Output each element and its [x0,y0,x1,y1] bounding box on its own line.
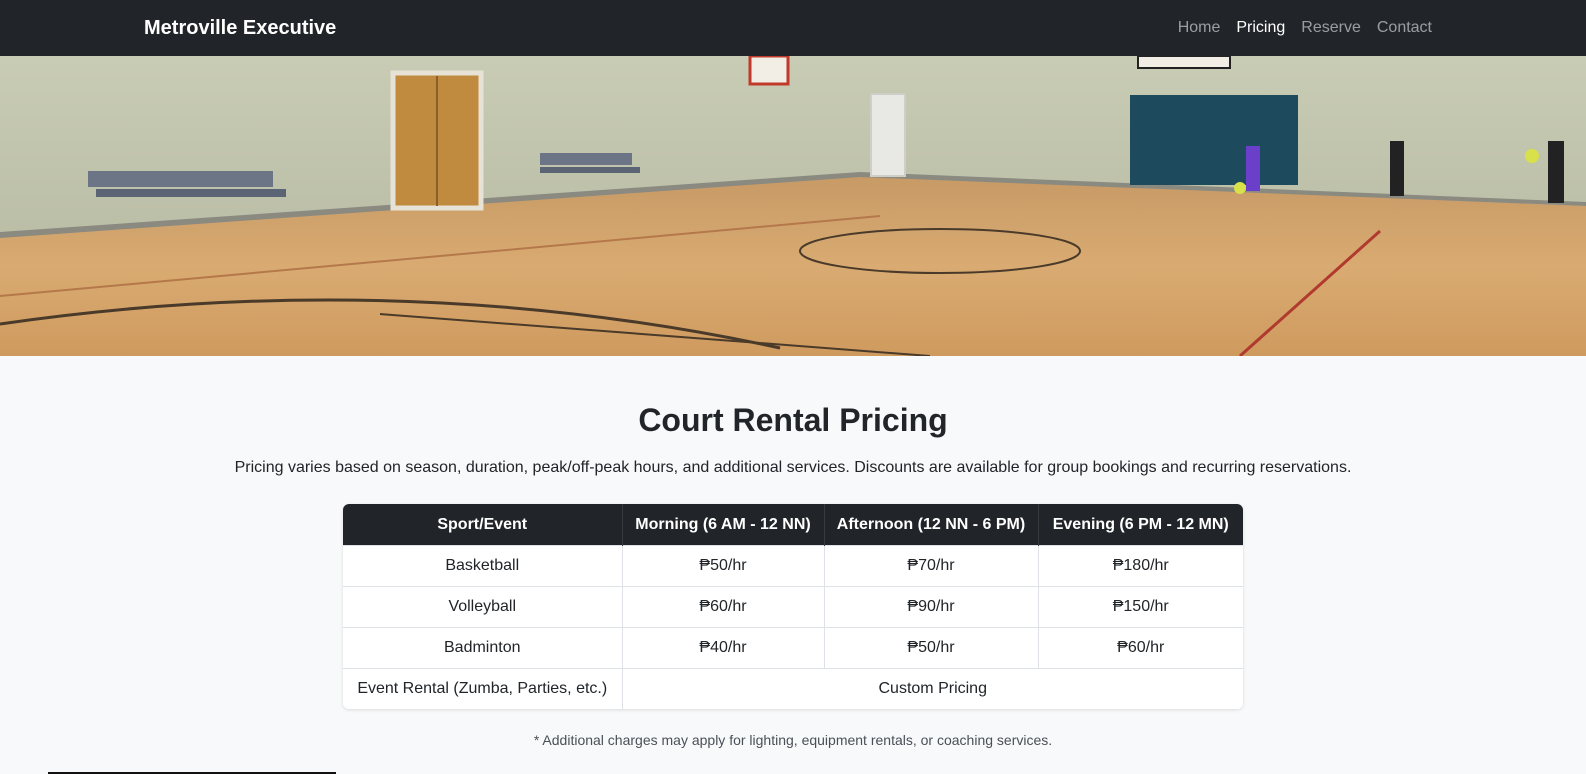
table-cell: ₱150/hr [1038,586,1243,628]
table-cell: ₱90/hr [824,586,1039,628]
table-cell: ₱60/hr [622,586,825,628]
table-cell: Basketball [343,545,623,587]
table-header: Evening (6 PM - 12 MN) [1038,504,1243,546]
table-cell: ₱50/hr [824,627,1039,669]
navbar: Metroville Executive Home Pricing Reserv… [0,0,1586,56]
brand-logo[interactable]: Metroville Executive [144,0,336,56]
table-cell: ₱60/hr [1038,627,1243,669]
table-header-row: Sport/Event Morning (6 AM - 12 NN) After… [343,504,1243,546]
table-row: Badminton ₱40/hr ₱50/hr ₱60/hr [343,627,1243,669]
table-cell: Badminton [343,627,623,669]
table-cell: ₱40/hr [622,627,825,669]
pricing-section: Court Rental Pricing Pricing varies base… [0,356,1586,748]
hero-image [0,56,1586,356]
nav-link-home[interactable]: Home [1178,19,1221,37]
table-row: Basketball ₱50/hr ₱70/hr ₱180/hr [343,545,1243,587]
table-cell: ₱180/hr [1038,545,1243,587]
table-cell: Custom Pricing [622,668,1243,709]
pricing-description: Pricing varies based on season, duration… [234,459,1352,476]
table-cell: Volleyball [343,586,623,628]
table-header: Sport/Event [343,504,623,546]
table-row: Event Rental (Zumba, Parties, etc.) Cust… [343,668,1243,709]
nav-links: Home Pricing Reserve Contact [1178,0,1432,56]
table-cell: Event Rental (Zumba, Parties, etc.) [343,668,623,709]
pricing-table: Sport/Event Morning (6 AM - 12 NN) After… [343,504,1243,709]
table-header: Morning (6 AM - 12 NN) [622,504,825,546]
footnote: * Additional charges may apply for light… [533,732,1053,748]
table-header: Afternoon (12 NN - 6 PM) [824,504,1039,546]
table-cell: ₱50/hr [622,545,825,587]
nav-link-contact[interactable]: Contact [1377,19,1432,37]
page-title: Court Rental Pricing [638,402,948,438]
nav-link-reserve[interactable]: Reserve [1301,19,1361,37]
table-row: Volleyball ₱60/hr ₱90/hr ₱150/hr [343,586,1243,628]
nav-link-pricing[interactable]: Pricing [1236,19,1285,37]
table-cell: ₱70/hr [824,545,1039,587]
